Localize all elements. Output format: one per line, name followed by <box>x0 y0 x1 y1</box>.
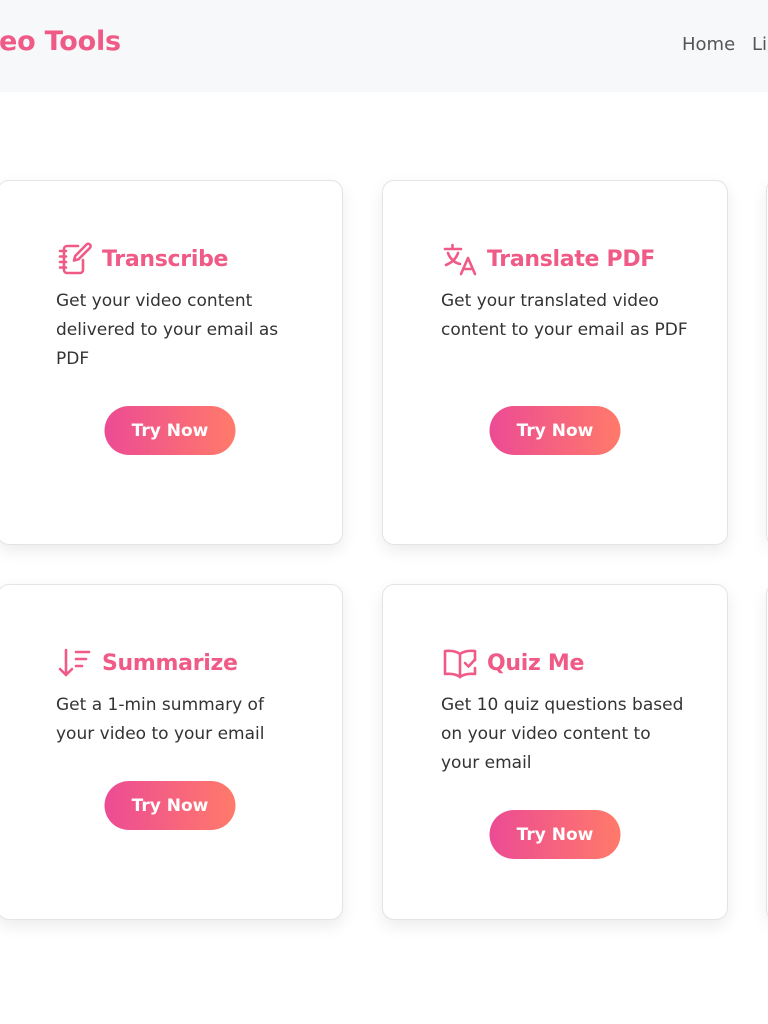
card-title: Transcribe <box>102 246 229 272</box>
nav-link-home[interactable]: Home <box>682 34 735 55</box>
card-header: Transcribe <box>56 239 228 279</box>
notebook-edit-icon <box>56 240 94 278</box>
card-header: Quiz Me <box>441 643 584 683</box>
card-title: Quiz Me <box>487 650 585 676</box>
card-header: Summarize <box>56 643 238 683</box>
card-description: Get a 1-min summary of your video to you… <box>56 695 265 744</box>
card-header: Translate PDF <box>441 239 655 279</box>
tool-card-summarize: Summarize Get a 1-min summary of your vi… <box>0 584 343 920</box>
tool-card-translate-pdf: Translate PDF Get your translated video … <box>382 180 728 545</box>
book-check-icon <box>441 644 479 682</box>
translate-icon <box>441 240 479 278</box>
card-description: Get 10 quiz questions based on your vide… <box>441 695 684 773</box>
try-now-button[interactable]: Try Now <box>104 406 236 455</box>
try-now-button[interactable]: Try Now <box>489 810 621 859</box>
try-now-button[interactable]: Try Now <box>489 406 621 455</box>
card-description: Get your translated video content to you… <box>441 291 688 340</box>
tool-card-transcribe: Transcribe Get your video content delive… <box>0 180 343 545</box>
card-title: Summarize <box>102 650 238 676</box>
card-description: Get your video content delivered to your… <box>56 291 279 369</box>
nav-link-next[interactable]: Li <box>752 34 767 55</box>
tool-card-quiz-me: Quiz Me Get 10 quiz questions based on y… <box>382 584 728 920</box>
navbar: eo Tools Home Li <box>0 0 768 92</box>
brand-logo[interactable]: eo Tools <box>0 26 121 57</box>
card-title: Translate PDF <box>487 246 656 272</box>
try-now-button[interactable]: Try Now <box>104 781 236 830</box>
sort-descending-icon <box>56 644 94 682</box>
